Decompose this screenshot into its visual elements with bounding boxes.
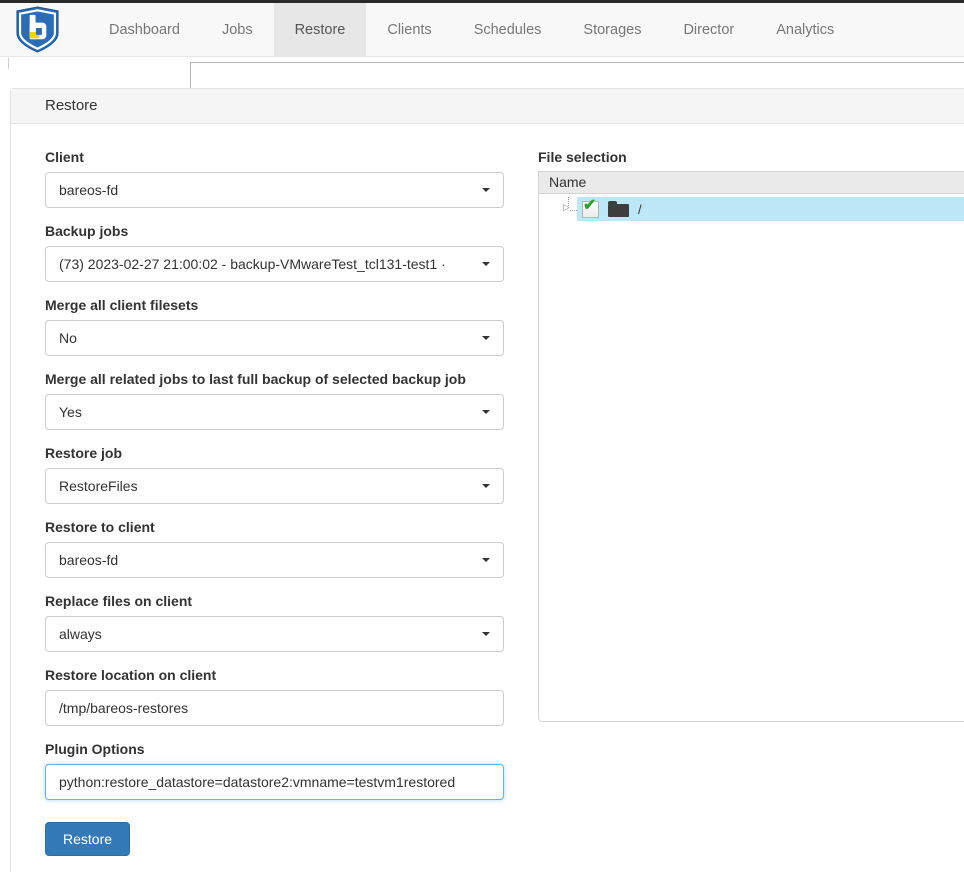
main-navbar: Dashboard Jobs Restore Clients Schedules…	[0, 3, 964, 57]
sub-header-strip	[0, 57, 964, 88]
nav-item-storages[interactable]: Storages	[562, 3, 662, 56]
form-group-restore-to-client: Restore to client bareos-fd	[45, 519, 504, 578]
merge-jobs-label: Merge all related jobs to last full back…	[45, 371, 504, 387]
caret-down-icon	[482, 336, 490, 340]
restore-to-client-select[interactable]: bareos-fd	[45, 542, 504, 578]
brand-logo-link[interactable]	[0, 3, 76, 56]
restore-job-select-value: RestoreFiles	[59, 478, 474, 494]
merge-jobs-select[interactable]: Yes	[45, 394, 504, 430]
backup-jobs-select[interactable]: (73) 2023-02-27 21:00:02 - backup-VMware…	[45, 246, 504, 282]
merge-filesets-label: Merge all client filesets	[45, 297, 504, 313]
tree-node-label: /	[638, 202, 642, 217]
cropped-panel-edge	[190, 62, 964, 88]
replace-files-label: Replace files on client	[45, 593, 504, 609]
bareos-logo-icon	[14, 6, 61, 53]
nav-item-clients[interactable]: Clients	[366, 3, 452, 56]
caret-down-icon	[482, 262, 490, 266]
replace-files-select-value: always	[59, 626, 474, 642]
plugin-options-label: Plugin Options	[45, 741, 504, 757]
form-group-plugin-options: Plugin Options	[45, 741, 504, 800]
backup-jobs-select-value: (73) 2023-02-27 21:00:02 - backup-VMware…	[59, 256, 474, 272]
restore-submit-button[interactable]: Restore	[45, 822, 130, 856]
file-selection-section: File selection Name ▷ ✔ /	[538, 149, 964, 722]
caret-down-icon	[482, 558, 490, 562]
nav-item-dashboard[interactable]: Dashboard	[88, 3, 201, 56]
panel-body: Client bareos-fd Backup jobs (73) 2023-0…	[11, 124, 964, 872]
merge-filesets-select-value: No	[59, 330, 474, 346]
nav-item-schedules[interactable]: Schedules	[453, 3, 563, 56]
restore-to-client-label: Restore to client	[45, 519, 504, 535]
restore-to-client-select-value: bareos-fd	[59, 552, 474, 568]
caret-down-icon	[482, 484, 490, 488]
nav-item-director[interactable]: Director	[662, 3, 755, 56]
merge-filesets-select[interactable]: No	[45, 320, 504, 356]
plugin-options-input[interactable]	[45, 764, 504, 800]
client-select-value: bareos-fd	[59, 182, 474, 198]
restore-location-label: Restore location on client	[45, 667, 504, 683]
nav-item-jobs[interactable]: Jobs	[201, 3, 274, 56]
file-selection-title: File selection	[538, 149, 964, 165]
restore-job-select[interactable]: RestoreFiles	[45, 468, 504, 504]
form-group-merge-filesets: Merge all client filesets No	[45, 297, 504, 356]
client-label: Client	[45, 149, 504, 165]
cropped-tab-edge	[8, 58, 9, 69]
restore-job-label: Restore job	[45, 445, 504, 461]
tree-row-root[interactable]: ▷ ✔ /	[539, 197, 964, 221]
panel-title: Restore	[11, 89, 964, 124]
nav-menu: Dashboard Jobs Restore Clients Schedules…	[88, 3, 855, 56]
tree-node-selected[interactable]: ✔ /	[577, 197, 964, 221]
nav-item-analytics[interactable]: Analytics	[755, 3, 855, 56]
restore-location-input[interactable]	[45, 690, 504, 726]
file-tree-panel: Name ▷ ✔ /	[538, 171, 964, 722]
restore-panel: Restore Client bareos-fd Backup jobs (73…	[10, 88, 964, 872]
form-group-client: Client bareos-fd	[45, 149, 504, 208]
checked-checkbox-icon[interactable]: ✔	[582, 201, 599, 218]
restore-form: Client bareos-fd Backup jobs (73) 2023-0…	[45, 149, 504, 856]
backup-jobs-label: Backup jobs	[45, 223, 504, 239]
form-group-backup-jobs: Backup jobs (73) 2023-02-27 21:00:02 - b…	[45, 223, 504, 282]
expander-icon[interactable]: ▷	[539, 197, 577, 221]
form-group-restore-job: Restore job RestoreFiles	[45, 445, 504, 504]
caret-down-icon	[482, 410, 490, 414]
nav-item-restore[interactable]: Restore	[274, 3, 367, 56]
replace-files-select[interactable]: always	[45, 616, 504, 652]
caret-down-icon	[482, 188, 490, 192]
form-group-replace-files: Replace files on client always	[45, 593, 504, 652]
form-group-merge-jobs: Merge all related jobs to last full back…	[45, 371, 504, 430]
client-select[interactable]: bareos-fd	[45, 172, 504, 208]
form-group-restore-location: Restore location on client	[45, 667, 504, 726]
caret-down-icon	[482, 632, 490, 636]
tree-column-header-name: Name	[539, 172, 964, 194]
merge-jobs-select-value: Yes	[59, 404, 474, 420]
folder-icon	[608, 204, 629, 217]
